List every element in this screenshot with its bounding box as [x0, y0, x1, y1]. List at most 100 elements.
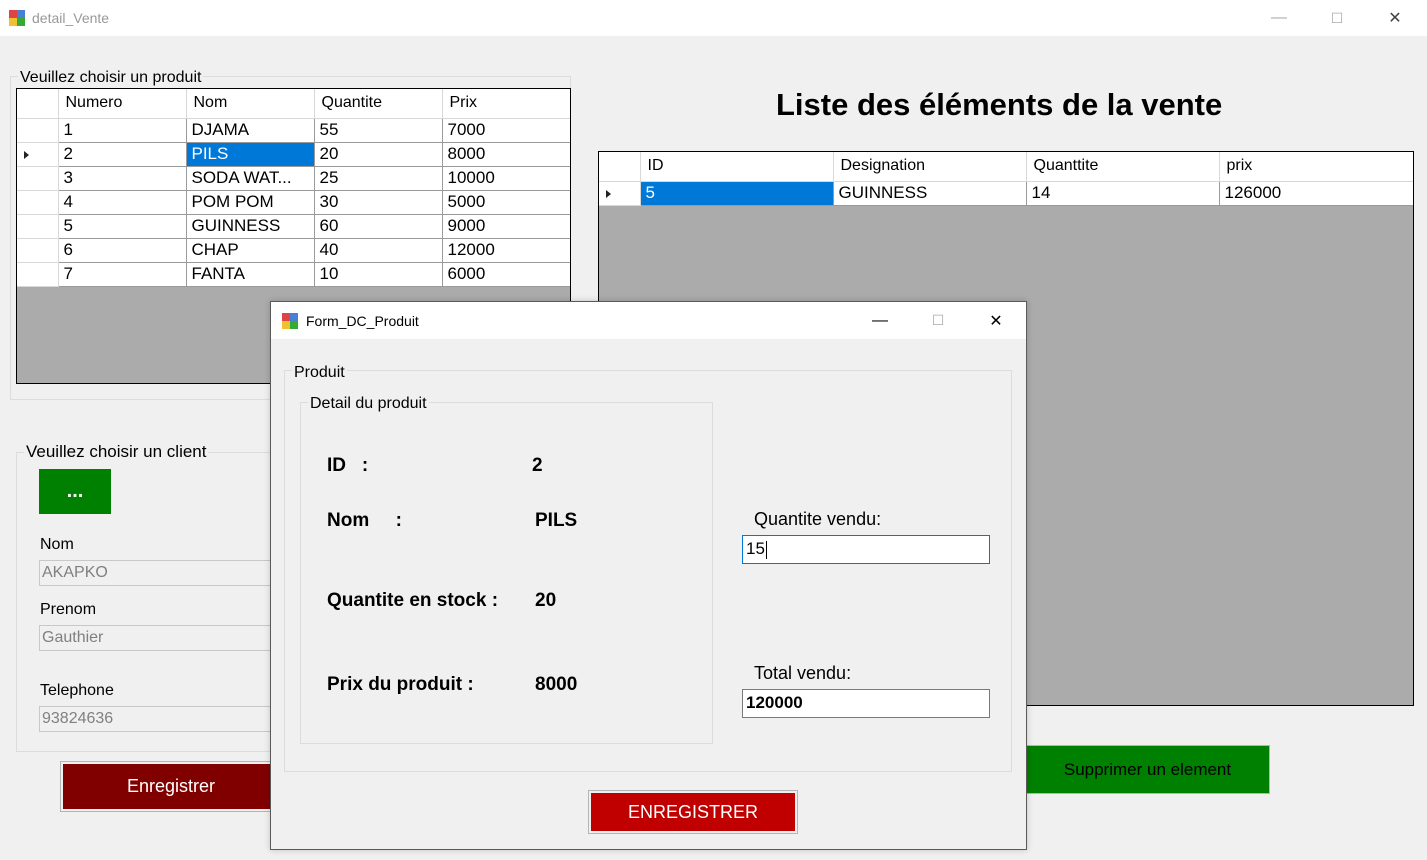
window-titlebar: detail_Vente — ☐ ✕ — [0, 0, 1427, 36]
dialog-save-button[interactable]: ENREGISTRER — [588, 790, 798, 834]
cell-prix[interactable]: 10000 — [442, 166, 570, 191]
price-value: 8000 — [535, 674, 578, 695]
products-legend: Veuillez choisir un produit — [18, 69, 204, 87]
row-header[interactable] — [17, 118, 59, 143]
table-row[interactable]: 3 SODA WAT... 25 10000 — [17, 166, 570, 191]
row-header[interactable] — [17, 238, 59, 263]
cell-prix[interactable]: 12000 — [442, 238, 570, 263]
qty-input[interactable]: 15 — [742, 535, 990, 564]
cell-numero[interactable]: 3 — [58, 166, 187, 191]
window-title: detail_Vente — [32, 10, 110, 26]
telephone-field: 93824636 — [39, 706, 279, 732]
cell-numero[interactable]: 7 — [58, 262, 187, 287]
row-header[interactable] — [17, 190, 59, 215]
column-header-designation[interactable]: Designation — [833, 152, 1027, 182]
app-icon — [9, 10, 25, 26]
table-row[interactable]: 5 GUINNESS 60 9000 — [17, 214, 570, 239]
cell-nom[interactable]: PILS — [186, 142, 315, 167]
cell-nom[interactable]: SODA WAT... — [186, 166, 315, 191]
table-row[interactable]: 2 PILS 20 8000 — [17, 142, 570, 167]
cell-numero[interactable]: 1 — [58, 118, 187, 143]
column-header-prix[interactable]: prix — [1219, 152, 1413, 182]
cell-numero[interactable]: 2 — [58, 142, 187, 167]
product-dialog: Form_DC_Produit — ☐ ✕ Produit Detail du … — [270, 301, 1027, 850]
column-header-quantite[interactable]: Quanttite — [1026, 152, 1220, 182]
dialog-app-icon — [282, 313, 298, 329]
cell-quantite[interactable]: 25 — [314, 166, 443, 191]
cell-prix[interactable]: 7000 — [442, 118, 570, 143]
dialog-close-button[interactable]: ✕ — [973, 302, 1019, 339]
cell-numero[interactable]: 4 — [58, 190, 187, 215]
cell-nom[interactable]: DJAMA — [186, 118, 315, 143]
cell-designation[interactable]: GUINNESS — [833, 181, 1027, 206]
cell-nom[interactable]: FANTA — [186, 262, 315, 287]
cell-id[interactable]: 5 — [640, 181, 834, 206]
table-row[interactable]: 5 GUINNESS 14 126000 — [599, 181, 1413, 206]
stock-label: Quantite en stock : — [327, 590, 499, 611]
cell-prix[interactable]: 6000 — [442, 262, 570, 287]
nom-label: Nom — [40, 536, 74, 553]
sale-header-row: ID Designation Quanttite prix — [599, 152, 1413, 182]
cell-quantite[interactable]: 40 — [314, 238, 443, 263]
row-header[interactable] — [17, 214, 59, 239]
cell-prix[interactable]: 8000 — [442, 142, 570, 167]
sale-heading: Liste des éléments de la vente — [776, 87, 1223, 122]
cell-quantite[interactable]: 14 — [1026, 181, 1220, 206]
minimize-button[interactable]: — — [1256, 1, 1302, 35]
total-input[interactable]: 120000 — [742, 689, 990, 718]
cell-nom[interactable]: GUINNESS — [186, 214, 315, 239]
qty-label: Quantite vendu: — [754, 509, 882, 529]
dialog-titlebar: Form_DC_Produit — ☐ ✕ — [271, 302, 1026, 339]
maximize-button[interactable]: ☐ — [1314, 1, 1360, 35]
telephone-label: Telephone — [40, 682, 114, 699]
cell-quantite[interactable]: 60 — [314, 214, 443, 239]
column-header-numero[interactable]: Numero — [58, 89, 187, 119]
cell-nom[interactable]: CHAP — [186, 238, 315, 263]
cell-quantite[interactable]: 55 — [314, 118, 443, 143]
qty-value: 15 — [746, 539, 765, 558]
products-header-row: Numero Nom Quantite Prix — [17, 89, 570, 119]
produit-legend: Produit — [292, 364, 347, 382]
choose-client-button[interactable]: ... — [39, 469, 111, 514]
dialog-title: Form_DC_Produit — [306, 313, 419, 329]
cell-nom[interactable]: POM POM — [186, 190, 315, 215]
table-row[interactable]: 4 POM POM 30 5000 — [17, 190, 570, 215]
total-label: Total vendu: — [754, 663, 852, 683]
cell-quantite[interactable]: 20 — [314, 142, 443, 167]
dialog-minimize-button[interactable]: — — [857, 302, 903, 339]
cell-quantite[interactable]: 30 — [314, 190, 443, 215]
current-row-icon — [606, 190, 611, 198]
close-button[interactable]: ✕ — [1372, 1, 1418, 35]
row-header[interactable] — [599, 181, 641, 206]
price-label: Prix du produit : — [327, 674, 474, 695]
save-button[interactable]: Enregistrer — [60, 761, 282, 812]
id-value: 2 — [532, 455, 543, 476]
row-header[interactable] — [17, 262, 59, 287]
cell-quantite[interactable]: 10 — [314, 262, 443, 287]
row-header-corner — [599, 152, 641, 182]
nom-value: PILS — [535, 510, 578, 531]
cell-numero[interactable]: 6 — [58, 238, 187, 263]
cell-prix[interactable]: 9000 — [442, 214, 570, 239]
prenom-label: Prenom — [40, 601, 97, 618]
row-header[interactable] — [17, 142, 59, 167]
current-row-icon — [24, 151, 29, 159]
column-header-prix[interactable]: Prix — [442, 89, 570, 119]
detail-legend: Detail du produit — [308, 395, 429, 413]
row-header-corner — [17, 89, 59, 119]
stock-value: 20 — [535, 590, 557, 611]
table-row[interactable]: 1 DJAMA 55 7000 — [17, 118, 570, 143]
column-header-quantite[interactable]: Quantite — [314, 89, 443, 119]
column-header-id[interactable]: ID — [640, 152, 834, 182]
dialog-maximize-button[interactable]: ☐ — [915, 302, 961, 339]
cell-numero[interactable]: 5 — [58, 214, 187, 239]
table-row[interactable]: 6 CHAP 40 12000 — [17, 238, 570, 263]
prenom-field: Gauthier — [39, 625, 279, 651]
cell-prix[interactable]: 126000 — [1219, 181, 1413, 206]
cell-prix[interactable]: 5000 — [442, 190, 570, 215]
table-row[interactable]: 7 FANTA 10 6000 — [17, 262, 570, 287]
nom-field: AKAPKO — [39, 560, 279, 586]
row-header[interactable] — [17, 166, 59, 191]
nom-label: Nom : — [327, 510, 402, 531]
column-header-nom[interactable]: Nom — [186, 89, 315, 119]
